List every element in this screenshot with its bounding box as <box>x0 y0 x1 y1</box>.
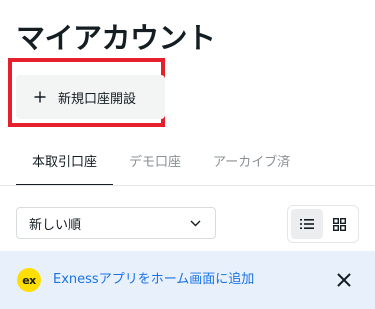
account-tabs: 本取引口座 デモ口座 アーカイブ済 <box>16 150 306 186</box>
grid-view-button[interactable] <box>323 209 355 239</box>
tab-archived[interactable]: アーカイブ済 <box>197 150 306 186</box>
sort-select[interactable]: 新しい順 <box>16 207 216 239</box>
plus-icon <box>34 91 46 103</box>
list-view-button[interactable] <box>291 209 323 239</box>
new-account-button[interactable]: 新規口座開設 <box>16 75 165 119</box>
tabs-divider <box>0 185 375 186</box>
add-to-home-link[interactable]: Exnessアプリをホーム画面に追加 <box>53 271 254 289</box>
install-app-banner: ex Exnessアプリをホーム画面に追加 <box>0 251 375 309</box>
page-title: マイアカウント <box>16 21 216 55</box>
close-icon[interactable] <box>335 271 353 289</box>
tab-demo-accounts[interactable]: デモ口座 <box>113 150 197 186</box>
grid-icon <box>332 217 346 231</box>
exness-logo: ex <box>17 268 41 292</box>
chevron-down-icon <box>190 220 201 226</box>
new-account-label: 新規口座開設 <box>58 91 137 107</box>
view-toggle <box>287 205 359 243</box>
tab-real-accounts[interactable]: 本取引口座 <box>16 150 114 186</box>
list-icon <box>300 219 314 229</box>
sort-select-value: 新しい順 <box>29 217 82 233</box>
